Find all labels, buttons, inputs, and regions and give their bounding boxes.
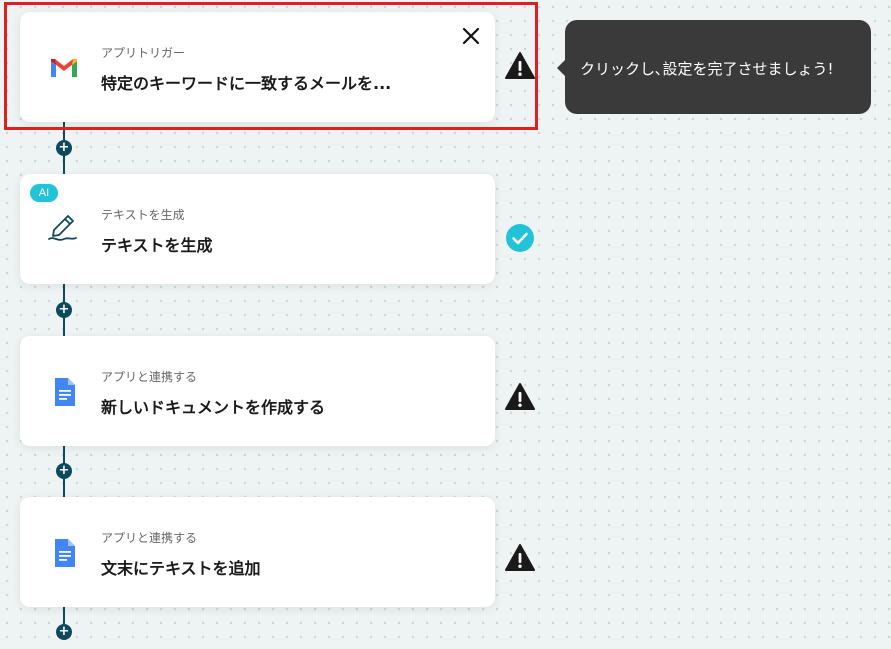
pen-icon [48,215,77,241]
gmail-icon [51,59,77,77]
step-category: アプリと連携する [101,370,198,384]
step-category: アプリと連携する [101,531,198,545]
warning-icon [505,383,535,410]
warning-icon [505,544,535,571]
google-docs-icon [55,378,75,406]
hint-tooltip: クリックし､設定を完了させましょう! [557,20,871,114]
step-title: テキストを生成 [101,236,213,255]
add-step-button[interactable]: + [56,624,72,640]
step-card-trigger[interactable]: アプリトリガー 特定のキーワードに一致するメールを... [20,12,495,122]
close-icon[interactable] [461,26,481,46]
add-step-button[interactable]: + [56,463,72,479]
tooltip-text: クリックし､設定を完了させましょう! [580,60,834,78]
step-title: 新しいドキュメントを作成する [101,398,326,417]
check-icon [506,224,534,252]
step-category: アプリトリガー [101,46,186,60]
step-title: 特定のキーワードに一致するメールを... [101,74,392,93]
tooltip-arrow [557,60,565,76]
step-title: 文末にテキストを追加 [101,559,261,578]
google-docs-icon [55,539,75,567]
step-card-append-text[interactable]: アプリと連携する 文末にテキストを追加 [20,497,495,607]
add-step-button[interactable]: + [56,302,72,318]
step-card-ai-text[interactable]: テキストを生成 テキストを生成 [20,174,495,284]
step-category: テキストを生成 [101,208,185,222]
add-step-button[interactable]: + [56,140,72,156]
step-card-create-document[interactable]: アプリと連携する 新しいドキュメントを作成する [20,336,495,446]
warning-icon [505,52,535,79]
ai-badge: AI [30,184,58,202]
